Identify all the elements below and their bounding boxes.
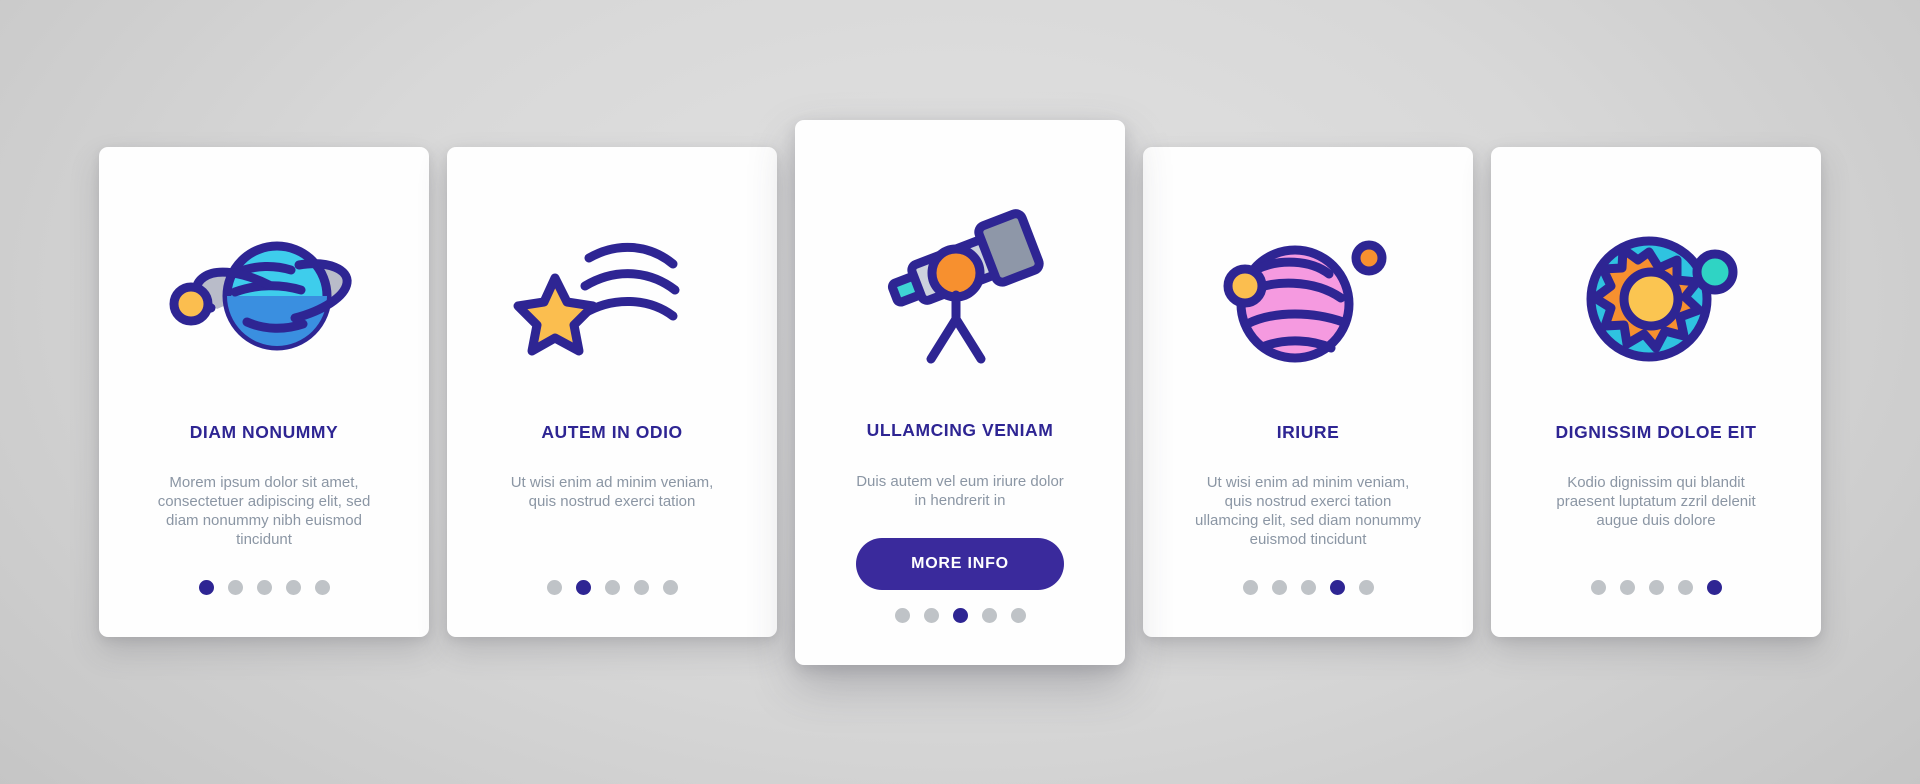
pagination-dot-1[interactable] [1590, 580, 1606, 595]
pagination-dot-3[interactable] [604, 580, 620, 595]
onboarding-card-4[interactable]: IRIURE Ut wisi enim ad minim veniam, qui… [1143, 147, 1473, 637]
onboarding-card-3[interactable]: ULLAMCING VENIAM Duis autem vel eum iriu… [795, 119, 1125, 665]
pagination-dot-2[interactable] [227, 580, 243, 595]
pagination-dot-1[interactable] [546, 580, 562, 595]
card-description: Ut wisi enim ad minim veniam, quis nostr… [1195, 474, 1421, 549]
card-title: IRIURE [1276, 422, 1340, 442]
onboarding-card-5[interactable]: DIGNISSIM DOLOE EIT Kodio dignissim qui … [1491, 147, 1821, 637]
striped-planet-icon [1169, 191, 1447, 406]
card-title: AUTEM IN ODIO [541, 422, 683, 442]
pagination-dot-5[interactable] [314, 580, 330, 595]
card-row: DIAM NONUMMY Morem ipsum dolor sit amet,… [0, 0, 1920, 784]
pagination-dot-5[interactable] [1010, 607, 1026, 623]
pagination-dot-1[interactable] [1242, 580, 1258, 595]
pagination-dot-4[interactable] [1677, 580, 1693, 595]
pagination-dots[interactable] [1491, 580, 1821, 595]
telescope-icon [821, 164, 1099, 414]
onboarding-card-1[interactable]: DIAM NONUMMY Morem ipsum dolor sit amet,… [99, 147, 429, 637]
pagination-dot-2[interactable] [923, 607, 939, 623]
pagination-dot-3[interactable] [256, 580, 272, 595]
card-description: Duis autem vel eum iriure dolor in hendr… [856, 472, 1064, 509]
onboarding-screens-stage: DIAM NONUMMY Morem ipsum dolor sit amet,… [0, 0, 1920, 784]
pagination-dot-1[interactable] [198, 580, 214, 595]
shooting-star-icon [473, 191, 751, 406]
ringed-planet-icon [125, 191, 403, 406]
card-description: Kodio dignissim qui blandit praesent lup… [1556, 474, 1756, 530]
pagination-dot-4[interactable] [285, 580, 301, 595]
pagination-dots[interactable] [99, 580, 429, 595]
card-description: Morem ipsum dolor sit amet, consectetuer… [157, 474, 371, 549]
pagination-dot-3[interactable] [952, 607, 968, 623]
pagination-dot-2[interactable] [1619, 580, 1635, 595]
pagination-dot-5[interactable] [662, 580, 678, 595]
pagination-dot-3[interactable] [1300, 580, 1316, 595]
pagination-dot-4[interactable] [981, 607, 997, 623]
pagination-dots[interactable] [447, 580, 777, 595]
sun-planet-icon [1517, 191, 1795, 406]
pagination-dot-5[interactable] [1358, 580, 1374, 595]
card-title: ULLAMCING VENIAM [866, 419, 1054, 440]
pagination-dot-4[interactable] [1329, 580, 1345, 595]
pagination-dot-1[interactable] [894, 607, 910, 623]
pagination-dot-3[interactable] [1648, 580, 1664, 595]
card-description: Ut wisi enim ad minim veniam, quis nostr… [510, 474, 714, 511]
pagination-dots[interactable] [795, 607, 1125, 623]
pagination-dots[interactable] [1143, 580, 1473, 595]
card-title: DIAM NONUMMY [189, 422, 339, 442]
more-info-button[interactable]: MORE INFO [856, 537, 1064, 590]
pagination-dot-2[interactable] [575, 580, 591, 595]
pagination-dot-5[interactable] [1706, 580, 1722, 595]
onboarding-card-2[interactable]: AUTEM IN ODIO Ut wisi enim ad minim veni… [447, 147, 777, 637]
card-title: DIGNISSIM DOLOE EIT [1555, 422, 1757, 442]
pagination-dot-4[interactable] [633, 580, 649, 595]
pagination-dot-2[interactable] [1271, 580, 1287, 595]
